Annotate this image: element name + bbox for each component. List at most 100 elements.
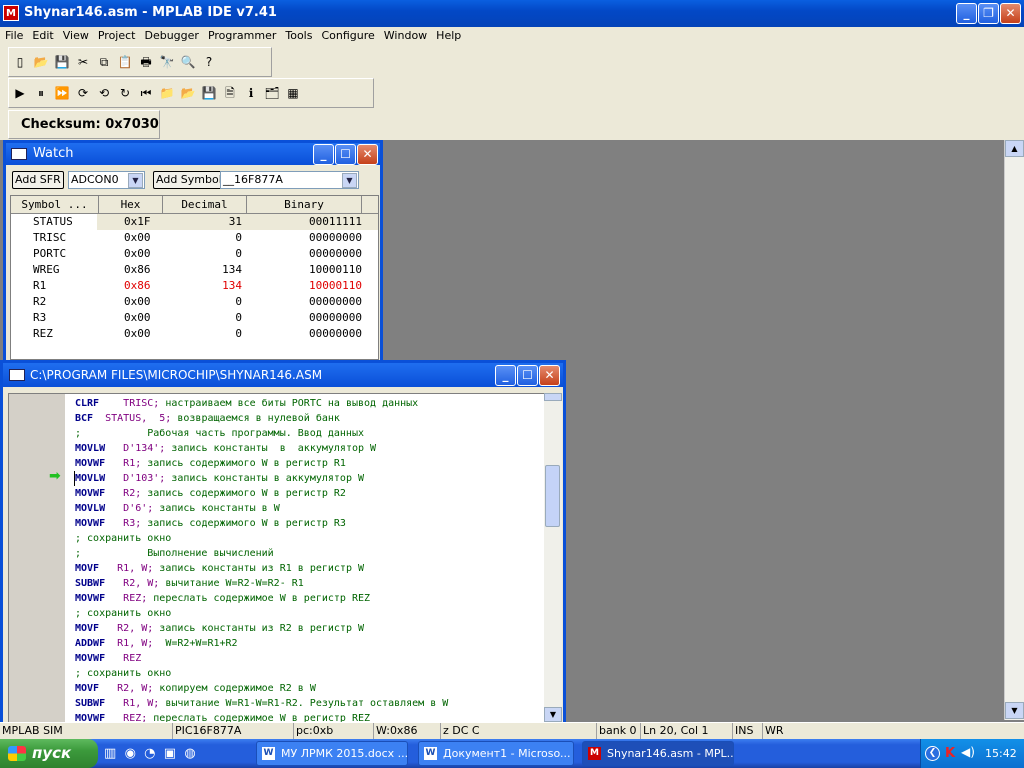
step-out-icon[interactable]: ↻ <box>117 85 133 101</box>
code-operand: R2, W; <box>99 683 154 694</box>
task-document1[interactable]: W Документ1 - Microso... <box>418 741 574 766</box>
step-into-icon[interactable]: ⟳ <box>75 85 91 101</box>
new-project-icon[interactable]: 📁 <box>159 85 175 101</box>
watch-row[interactable]: R1 0x86 134 10000110 <box>11 278 378 294</box>
save-icon[interactable]: 💾 <box>54 54 70 70</box>
menu-view[interactable]: View <box>58 27 93 44</box>
watch-row[interactable]: R2 0x00 0 00000000 <box>11 294 378 310</box>
watch-row[interactable]: TRISC 0x00 0 00000000 <box>11 230 378 246</box>
watch-row[interactable]: REZ 0x00 0 00000000 <box>11 326 378 342</box>
code-text[interactable]: CLRF TRISC; настраиваем все биты PORTC н… <box>74 396 547 722</box>
run-icon[interactable]: ▶ <box>12 85 28 101</box>
code-line: SUBWF R2, W; вычитание W=R2-W=R2- R1 <box>75 576 547 591</box>
reset-icon[interactable]: ⏮ <box>138 85 154 101</box>
menu-file[interactable]: File <box>0 27 27 44</box>
add-symbol-button[interactable]: Add Symbol <box>153 171 225 189</box>
paste-icon[interactable]: 📋 <box>117 54 133 70</box>
watch-cell-symbol: TRISC <box>33 231 67 244</box>
help-icon[interactable]: ? <box>201 54 217 70</box>
col-hex[interactable]: Hex <box>99 196 163 214</box>
menu-window[interactable]: Window <box>379 27 431 44</box>
col-binary[interactable]: Binary <box>247 196 362 214</box>
volume-icon[interactable]: ◀) <box>961 745 975 760</box>
code-line: MOVLW D'134'; запись константы в аккумул… <box>75 441 547 456</box>
scroll-down-icon[interactable]: ▼ <box>1005 702 1024 719</box>
find-in-files-icon[interactable]: 🔍 <box>180 54 196 70</box>
chevron-down-icon[interactable]: ▼ <box>128 173 143 188</box>
editor-vertical-scrollbar[interactable]: ▼ <box>544 393 562 723</box>
sfr-select[interactable]: ADCON0 ▼ <box>68 171 145 189</box>
watch-row[interactable]: PORTC 0x00 0 00000000 <box>11 246 378 262</box>
find-icon[interactable]: 🔭 <box>159 54 175 70</box>
halt-icon[interactable]: ⏸ <box>33 85 49 101</box>
animate-icon[interactable]: ⏩ <box>54 85 70 101</box>
explorer-icon[interactable]: ◍ <box>184 746 195 761</box>
cut-icon[interactable]: ✂ <box>75 54 91 70</box>
code-operand: R1, W; <box>105 698 160 709</box>
antivirus-icon[interactable]: K <box>945 746 955 761</box>
word-icon[interactable]: ▥ <box>104 746 116 761</box>
editor-body[interactable]: ➡ CLRF TRISC; настраиваем все биты PORTC… <box>8 393 548 723</box>
symbol-select[interactable]: __16F877A ▼ <box>220 171 359 189</box>
restore-button[interactable]: ❐ <box>978 3 999 24</box>
watch-close-button[interactable]: ✕ <box>357 144 378 165</box>
build-icon[interactable]: 🗎 <box>222 85 238 101</box>
console-icon[interactable]: ▣ <box>164 746 176 761</box>
editor-minimize-button[interactable]: _ <box>495 365 516 386</box>
menu-project[interactable]: Project <box>93 27 140 44</box>
scroll-down-icon[interactable]: ▼ <box>544 707 562 722</box>
watch-row[interactable]: R3 0x00 0 00000000 <box>11 310 378 326</box>
menu-programmer[interactable]: Programmer <box>203 27 280 44</box>
close-button[interactable]: ✕ <box>1000 3 1021 24</box>
scroll-thumb[interactable] <box>545 465 560 527</box>
print-icon[interactable]: 🖶 <box>138 54 154 70</box>
editor-close-button[interactable]: ✕ <box>539 365 560 386</box>
code-operand: R3; <box>105 518 142 529</box>
menu-edit[interactable]: Edit <box>27 27 57 44</box>
symbol-select-value: __16F877A <box>223 173 283 186</box>
menu-tools[interactable]: Tools <box>280 27 316 44</box>
menu-help[interactable]: Help <box>431 27 465 44</box>
step-over-icon[interactable]: ⟲ <box>96 85 112 101</box>
code-comment: запись константы в аккумулятор W <box>165 443 377 454</box>
watch-row[interactable]: STATUS 0x1F 31 00011111 <box>11 214 378 230</box>
editor-gutter[interactable] <box>9 394 65 722</box>
task-label: МУ ЛРМК 2015.docx ... <box>281 747 408 760</box>
minimize-button[interactable]: _ <box>956 3 977 24</box>
watch-cell-binary: 00000000 <box>309 231 362 244</box>
chevron-left-icon[interactable]: ❮ <box>925 746 940 761</box>
menu-configure[interactable]: Configure <box>316 27 378 44</box>
code-keyword: MOVF <box>75 563 100 574</box>
watch-row[interactable]: WREG 0x86 134 10000110 <box>11 262 378 278</box>
open-icon[interactable]: 📂 <box>33 54 49 70</box>
info-icon[interactable]: ℹ <box>243 85 259 101</box>
col-symbol[interactable]: Symbol ... <box>11 196 99 214</box>
task-mplab[interactable]: M Shynar146.asm - MPL... <box>582 741 734 766</box>
media-icon[interactable]: ◔ <box>144 746 155 761</box>
chrome-icon[interactable]: ◉ <box>125 746 136 761</box>
workspace-icon[interactable]: 🗂 <box>264 85 280 101</box>
new-file-icon[interactable]: ▯ <box>12 54 28 70</box>
save-project-icon[interactable]: 💾 <box>201 85 217 101</box>
open-project-icon[interactable]: 📂 <box>180 85 196 101</box>
code-line: ; Выполнение вычислений <box>75 546 547 561</box>
col-decimal[interactable]: Decimal <box>163 196 247 214</box>
task-label: Документ1 - Microso... <box>443 747 571 760</box>
start-button[interactable]: пуск <box>0 739 98 768</box>
watch-minimize-button[interactable]: _ <box>313 144 334 165</box>
chevron-down-icon[interactable]: ▼ <box>342 173 357 188</box>
task-word-doc[interactable]: W МУ ЛРМК 2015.docx ... <box>256 741 408 766</box>
workspace-vertical-scrollbar[interactable]: ▲ ▼ <box>1004 140 1024 720</box>
add-sfr-button[interactable]: Add SFR <box>12 171 64 189</box>
scroll-up-icon[interactable]: ▲ <box>1005 140 1024 157</box>
editor-maximize-button[interactable]: ☐ <box>517 365 538 386</box>
code-operand: REZ <box>105 653 142 664</box>
menu-debugger[interactable]: Debugger <box>139 27 202 44</box>
watch-maximize-button[interactable]: ☐ <box>335 144 356 165</box>
scroll-up-icon[interactable] <box>544 393 562 401</box>
watch-title: Watch <box>33 146 74 161</box>
watch-cell-hex: 0x00 <box>124 327 151 340</box>
make-icon[interactable]: ▦ <box>285 85 301 101</box>
copy-icon[interactable]: ⧉ <box>96 54 112 70</box>
code-comment: запись содержимого W в регистр R3 <box>141 518 346 529</box>
